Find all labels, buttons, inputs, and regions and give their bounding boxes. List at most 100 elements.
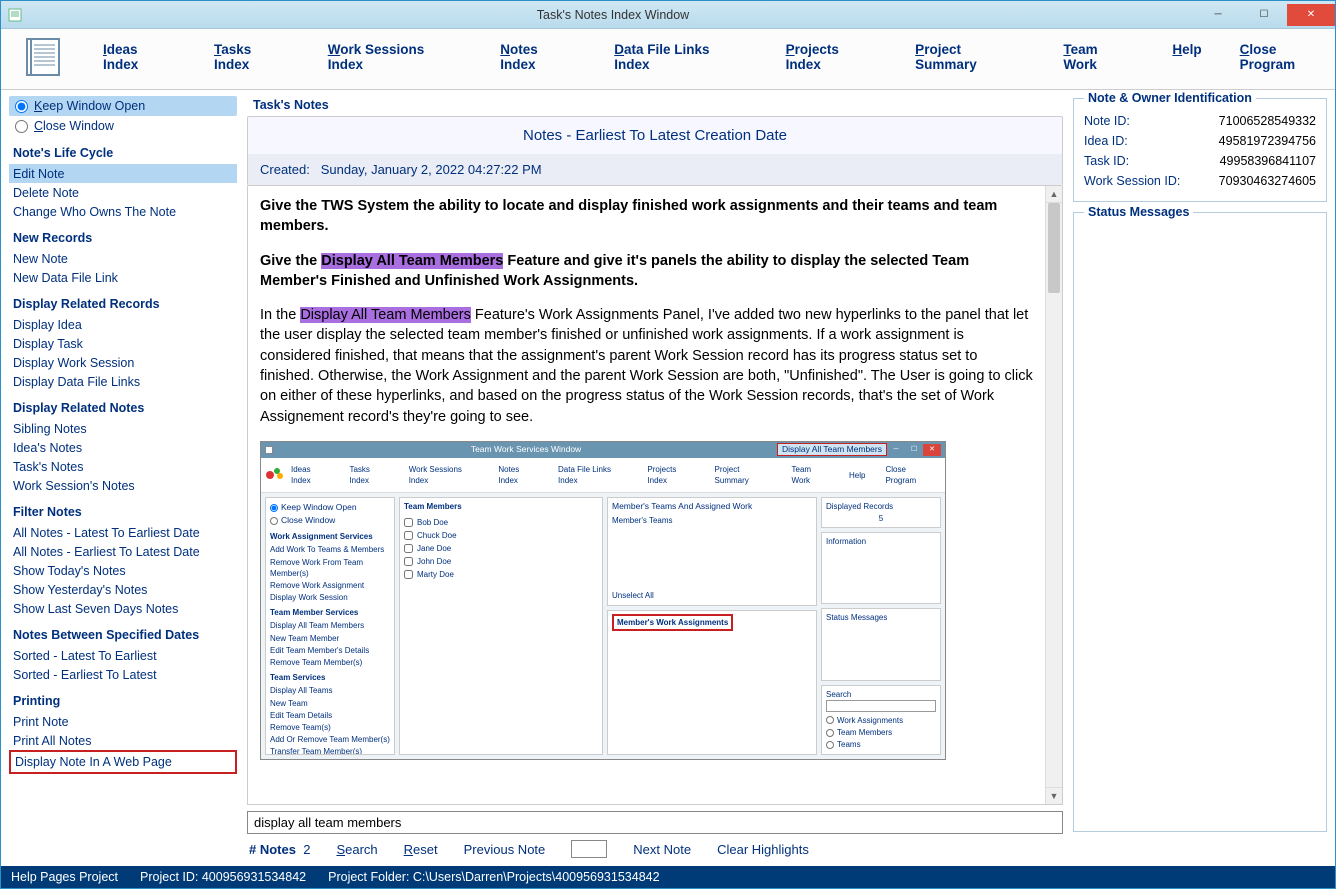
mini-side-link: Transfer Team Member(s)	[270, 746, 390, 755]
mini-side-link: Remove Team(s)	[270, 722, 390, 733]
sidebar-link[interactable]: Print All Notes	[9, 731, 237, 750]
topnav-item[interactable]: Notes Index	[500, 42, 576, 72]
sidebar-link[interactable]: All Notes - Earliest To Latest Date	[9, 542, 237, 561]
close-window-radio[interactable]: Close Window	[9, 116, 237, 136]
next-note-button[interactable]: Next Note	[633, 842, 691, 857]
mini-information-label: Information	[826, 536, 936, 547]
topnav-item[interactable]: Team Work	[1063, 42, 1134, 72]
topnav-item[interactable]: Work Sessions Index	[328, 42, 463, 72]
mini-nav-item: Notes Index	[498, 464, 538, 486]
sidebar-link[interactable]: Delete Note	[9, 183, 237, 202]
notes-sort-title: Notes - Earliest To Latest Creation Date	[248, 117, 1062, 154]
topnav-item[interactable]: Help	[1172, 42, 1201, 72]
mini-side-radio: Close Window	[270, 515, 390, 527]
sidebar-link[interactable]: Display Task	[9, 334, 237, 353]
previous-note-button[interactable]: Previous Note	[464, 842, 546, 857]
mini-side-heading: Work Assignment Services	[270, 531, 390, 542]
mini-status-messages-label: Status Messages	[826, 612, 936, 623]
scroll-up-icon[interactable]: ▲	[1046, 186, 1062, 203]
topnav-item[interactable]: Project Summary	[915, 42, 1025, 72]
highlight: Display All Team Members	[300, 307, 471, 323]
sidebar-link[interactable]: Show Yesterday's Notes	[9, 580, 237, 599]
mini-displayed-records-label: Displayed Records	[826, 501, 936, 512]
mini-side-heading: Team Services	[270, 672, 390, 683]
sidebar-link[interactable]: Display Work Session	[9, 353, 237, 372]
sidebar-link[interactable]: Change Who Owns The Note	[9, 202, 237, 221]
app-icon	[23, 37, 63, 77]
note-paragraph: Give the TWS System the ability to locat…	[260, 198, 997, 234]
topnav-item[interactable]: Ideas Index	[103, 42, 176, 72]
window-icon	[7, 7, 23, 23]
sidebar-link[interactable]: Print Note	[9, 712, 237, 731]
status-project-id: Project ID: 400956931534842	[140, 870, 306, 884]
notes-count-value: 2	[303, 842, 310, 857]
sidebar-heading: New Records	[13, 231, 237, 245]
topnav-item[interactable]: Projects Index	[786, 42, 878, 72]
sidebar-link[interactable]: Sorted - Earliest To Latest	[9, 665, 237, 684]
search-input[interactable]	[247, 811, 1063, 834]
mini-side-link: Edit Team Member's Details	[270, 645, 390, 656]
sidebar-link[interactable]: Display Note In A Web Page	[9, 750, 237, 774]
mini-close-icon: ✕	[923, 444, 941, 456]
mini-window-icon	[265, 446, 273, 454]
vertical-scrollbar[interactable]: ▲ ▼	[1045, 186, 1062, 804]
mini-side-link: Remove Team Member(s)	[270, 657, 390, 668]
sidebar-link[interactable]: All Notes - Latest To Earliest Date	[9, 523, 237, 542]
mini-side-link: Add Work To Teams & Members	[270, 544, 390, 555]
note-page-input[interactable]	[571, 840, 607, 858]
highlight: Display All Team Members	[321, 253, 503, 269]
mini-search-input	[826, 700, 936, 712]
panel-title: Task's Notes	[253, 98, 1063, 112]
mini-nav-item: Ideas Index	[291, 464, 329, 486]
sidebar-link[interactable]: Display Idea	[9, 315, 237, 334]
mini-side-link: New Team Member	[270, 633, 390, 644]
mini-nav-item: Data File Links Index	[558, 464, 627, 486]
notes-count-label: # Notes	[249, 842, 296, 857]
sidebar-link[interactable]: New Data File Link	[9, 268, 237, 287]
identification-heading: Note & Owner Identification	[1084, 91, 1256, 105]
topnav-item[interactable]: Close Program	[1240, 42, 1335, 72]
sidebar-link[interactable]: Idea's Notes	[9, 438, 237, 457]
sidebar-link[interactable]: Show Today's Notes	[9, 561, 237, 580]
topnav-item[interactable]: Tasks Index	[214, 42, 290, 72]
mini-side-heading: Team Member Services	[270, 607, 390, 618]
embedded-screenshot: Team Work Services Window Display All Te…	[260, 441, 946, 760]
sidebar-link[interactable]: Work Session's Notes	[9, 476, 237, 495]
sidebar-link[interactable]: Task's Notes	[9, 457, 237, 476]
mini-nav-item: Team Work	[792, 464, 829, 486]
close-window-input[interactable]	[15, 120, 28, 133]
identification-row: Task ID:49958396841107	[1084, 151, 1316, 171]
top-navigation: Ideas Index Tasks Index Work Sessions Inde…	[1, 29, 1335, 90]
sidebar-link[interactable]: Show Last Seven Days Notes	[9, 599, 237, 618]
mini-members-heading: Team Members	[404, 501, 598, 512]
sidebar-link[interactable]: Sorted - Latest To Earliest	[9, 646, 237, 665]
note-body[interactable]: Give the TWS System the ability to locat…	[248, 186, 1045, 804]
status-project-folder: Project Folder: C:\Users\Darren\Projects…	[328, 870, 659, 884]
sidebar-link[interactable]: New Note	[9, 249, 237, 268]
mini-nav-item: Tasks Index	[349, 464, 388, 486]
mini-logo-icon	[265, 466, 285, 484]
scroll-thumb[interactable]	[1048, 203, 1060, 293]
keep-window-open-input[interactable]	[15, 100, 28, 113]
note-header: Notes - Earliest To Latest Creation Date…	[247, 116, 1063, 186]
mini-side-link: Remove Work From Team Member(s)	[270, 557, 390, 579]
close-button[interactable]: ✕	[1287, 4, 1335, 26]
search-button[interactable]: Search	[336, 842, 377, 857]
reset-button[interactable]: Reset	[404, 842, 438, 857]
sidebar-link[interactable]: Sibling Notes	[9, 419, 237, 438]
sidebar-link[interactable]: Display Data File Links	[9, 372, 237, 391]
sidebar-link[interactable]: Edit Note	[9, 164, 237, 183]
clear-highlights-button[interactable]: Clear Highlights	[717, 842, 809, 857]
mini-member-row: Marty Doe	[404, 568, 598, 581]
status-bar: Help Pages Project Project ID: 400956931…	[1, 866, 1335, 888]
created-value: Sunday, January 2, 2022 04:27:22 PM	[321, 162, 542, 177]
minimize-button[interactable]: ─	[1195, 4, 1241, 26]
mini-member-row: Jane Doe	[404, 542, 598, 555]
keep-window-open-radio[interactable]: Keep Window Open	[9, 96, 237, 116]
identification-row: Idea ID:49581972394756	[1084, 131, 1316, 151]
maximize-button[interactable]: ☐	[1241, 4, 1287, 26]
mini-search-radio: Team Members	[826, 727, 936, 738]
scroll-down-icon[interactable]: ▼	[1046, 787, 1062, 804]
mini-title-tag: Display All Team Members	[777, 443, 887, 456]
topnav-item[interactable]: Data File Links Index	[614, 42, 747, 72]
